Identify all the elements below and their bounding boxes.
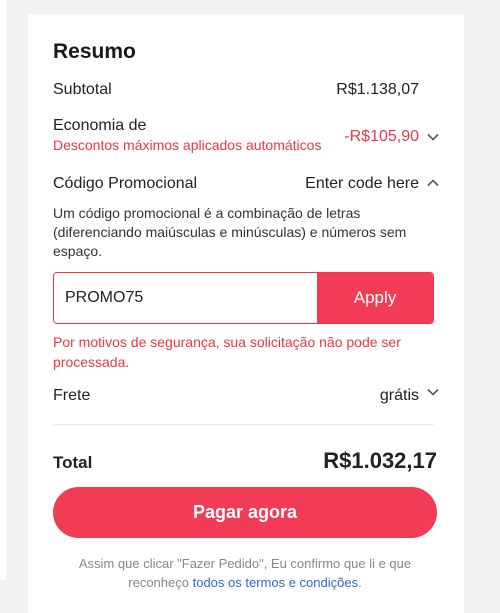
summary-title: Resumo <box>53 40 136 63</box>
apply-button[interactable]: Apply <box>317 273 433 323</box>
total-label: Total <box>53 453 93 472</box>
total-value: R$1.032,17 <box>323 448 437 473</box>
terms-end: . <box>358 575 362 590</box>
promo-description: Um código promocional é a combinação de … <box>53 205 407 259</box>
divider <box>53 424 434 425</box>
promo-error-message: Por motivos de segurança, sua solicitaçã… <box>53 334 401 370</box>
subtotal-label: Subtotal <box>53 81 112 98</box>
shipping-label: Frete <box>53 387 91 404</box>
subtotal-value: R$1.138,07 <box>336 81 419 98</box>
chevron-up-icon[interactable] <box>426 176 440 190</box>
promo-code-form: Apply <box>53 272 434 324</box>
chevron-down-icon[interactable] <box>426 130 440 144</box>
left-panel-edge <box>0 0 6 580</box>
savings-value: -R$105,90 <box>344 128 419 145</box>
savings-label: Economia de <box>53 117 147 134</box>
promo-toggle[interactable]: Enter code here <box>305 175 419 193</box>
terms-notice: Assim que clicar "Fazer Pedido", Eu conf… <box>53 554 437 592</box>
terms-link[interactable]: todos os termos e condições <box>193 575 358 590</box>
savings-note: Descontos máximos aplicados automáticos <box>53 137 322 153</box>
promo-code-input[interactable] <box>54 273 317 323</box>
chevron-down-icon[interactable] <box>426 385 440 399</box>
order-summary-card: Resumo Subtotal R$1.138,07 Economia de D… <box>28 14 464 613</box>
promo-code-label: Código Promocional <box>53 175 198 192</box>
pay-now-button[interactable]: Pagar agora <box>53 487 437 538</box>
shipping-value: grátis <box>379 387 419 404</box>
